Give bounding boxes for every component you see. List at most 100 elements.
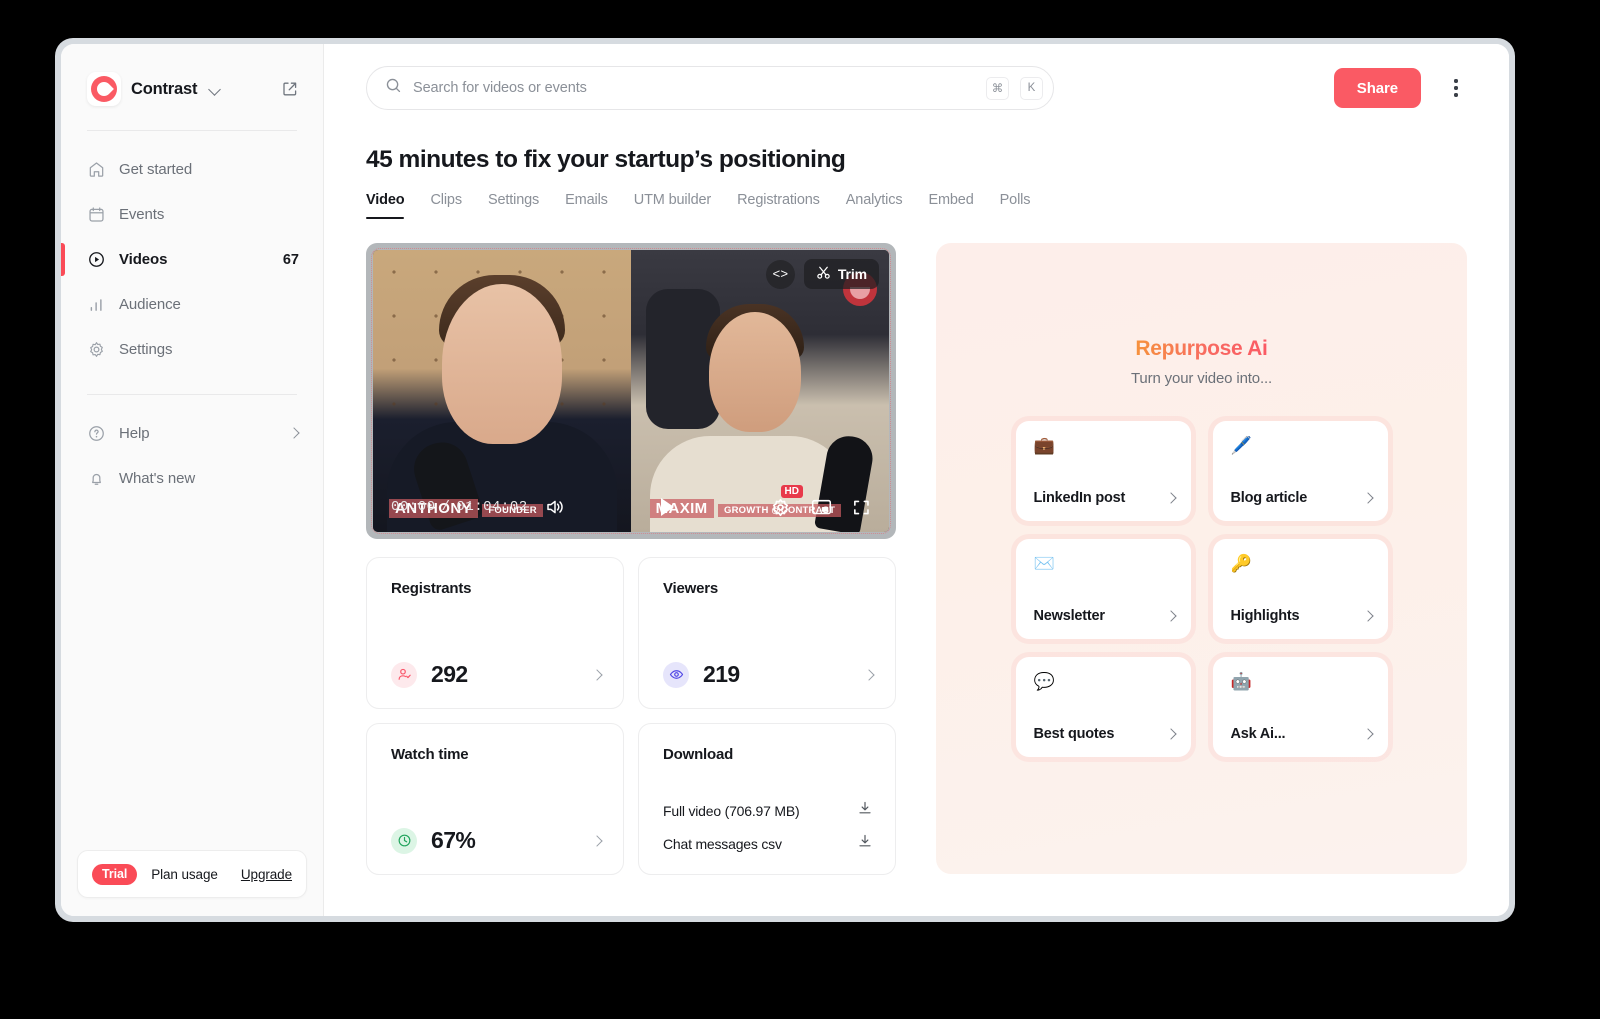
time-separator: /: [441, 499, 451, 515]
volume-up-icon[interactable]: [544, 497, 566, 517]
tab-emails[interactable]: Emails: [565, 192, 608, 219]
upgrade-link[interactable]: Upgrade: [241, 867, 292, 882]
download-icon[interactable]: [857, 800, 873, 821]
bell-icon: [87, 469, 106, 488]
app-window: Contrast Get started Events Videos 67 Au…: [55, 38, 1515, 922]
stat-value: 292: [431, 661, 468, 687]
chevron-right-icon: [1167, 730, 1175, 738]
briefcase-icon: 💼: [1033, 436, 1055, 455]
chevron-right-icon: [1167, 612, 1175, 620]
shortcut-key-cmd: ⌘: [986, 76, 1009, 100]
repurpose-card-ask-ai[interactable]: 🤖 Ask Ai...: [1212, 657, 1388, 757]
picture-in-picture-icon[interactable]: [811, 498, 832, 516]
search-placeholder: Search for videos or events: [413, 80, 587, 96]
share-button[interactable]: Share: [1333, 68, 1421, 108]
play-icon[interactable]: [661, 498, 675, 516]
fullscreen-icon[interactable]: [852, 498, 871, 517]
stats-grid: Registrants 292 Viewers 219 Watch time 6…: [366, 557, 896, 875]
player-settings-gear-icon[interactable]: [770, 497, 791, 518]
stat-card-watch-time[interactable]: Watch time 67%: [366, 723, 624, 875]
embed-code-icon[interactable]: <>: [765, 259, 795, 289]
envelope-icon: ✉️: [1033, 554, 1055, 573]
left-column: <> Trim ANTHONY FOUNDER MAXIM GROWTH @CO…: [366, 243, 896, 875]
stat-value: 67%: [431, 827, 476, 853]
tab-registrations[interactable]: Registrations: [737, 192, 820, 219]
sidebar-item-settings[interactable]: Settings: [61, 327, 323, 372]
chevron-down-icon: [209, 83, 221, 95]
bar-chart-icon: [87, 295, 106, 314]
sidebar-item-label: Videos: [119, 251, 168, 268]
contrast-logo-icon: [87, 72, 121, 106]
main-content: Search for videos or events ⌘ K Share 45…: [324, 44, 1509, 916]
tab-utm-builder[interactable]: UTM builder: [634, 192, 711, 219]
chevron-right-icon: [1364, 612, 1372, 620]
home-icon: [87, 160, 106, 179]
sidebar-item-videos[interactable]: Videos 67: [61, 237, 323, 282]
search-input[interactable]: Search for videos or events ⌘ K: [366, 66, 1054, 110]
player-overlay-actions: <> Trim: [765, 259, 879, 289]
repurpose-title: Repurpose Ai: [1135, 337, 1268, 360]
workspace-switcher[interactable]: Contrast: [61, 44, 323, 106]
current-time: 00:00: [391, 499, 436, 515]
content-area: <> Trim ANTHONY FOUNDER MAXIM GROWTH @CO…: [324, 220, 1509, 875]
plan-usage-card[interactable]: Trial Plan usage Upgrade: [77, 850, 307, 898]
repurpose-card-label: Ask Ai...: [1230, 726, 1286, 742]
stat-card-registrants[interactable]: Registrants 292: [366, 557, 624, 709]
repurpose-card-linkedin-post[interactable]: 💼 LinkedIn post: [1015, 421, 1191, 521]
external-link-icon[interactable]: [281, 80, 299, 98]
chevron-right-icon: [1364, 730, 1372, 738]
stat-card-viewers[interactable]: Viewers 219: [638, 557, 896, 709]
play-circle-icon: [87, 250, 106, 269]
download-row-chat-csv[interactable]: Chat messages csv: [663, 833, 873, 854]
trial-badge: Trial: [92, 863, 138, 885]
sidebar-item-audience[interactable]: Audience: [61, 282, 323, 327]
tab-clips[interactable]: Clips: [430, 192, 462, 219]
download-row-full-video[interactable]: Full video (706.97 MB): [663, 800, 873, 821]
repurpose-subtitle: Turn your video into...: [1130, 370, 1273, 387]
sidebar-item-events[interactable]: Events: [61, 192, 323, 237]
repurpose-card-label: Newsletter: [1033, 608, 1106, 624]
repurpose-card-blog-article[interactable]: 🖊️ Blog article: [1212, 421, 1388, 521]
chevron-right-icon: [593, 837, 601, 845]
video-stage: <> Trim ANTHONY FOUNDER MAXIM GROWTH @CO…: [373, 250, 889, 532]
video-player[interactable]: <> Trim ANTHONY FOUNDER MAXIM GROWTH @CO…: [366, 243, 896, 539]
sidebar-item-whats-new[interactable]: What's new: [61, 456, 323, 501]
kebab-menu-icon[interactable]: [1443, 73, 1469, 103]
speech-bubble-icon: 💬: [1033, 672, 1055, 691]
tab-polls[interactable]: Polls: [1000, 192, 1031, 219]
eye-icon: [663, 661, 689, 688]
download-icon[interactable]: [857, 833, 873, 854]
calendar-icon: [87, 205, 106, 224]
sidebar-item-get-started[interactable]: Get started: [61, 147, 323, 192]
search-icon: [385, 77, 402, 99]
workspace-name: Contrast: [131, 79, 198, 98]
robot-icon: 🤖: [1230, 672, 1252, 691]
sidebar-item-help[interactable]: Help: [61, 411, 323, 456]
tab-settings[interactable]: Settings: [488, 192, 539, 219]
stat-title: Registrants: [391, 580, 472, 597]
stat-title: Viewers: [663, 580, 719, 597]
user-check-icon: [391, 661, 417, 688]
player-controls: 00:00 / 01:04:02: [373, 492, 889, 522]
right-column: Repurpose Ai Turn your video into... 💼 L…: [936, 243, 1467, 875]
sidebar: Contrast Get started Events Videos 67 Au…: [61, 44, 324, 916]
repurpose-ai-panel: Repurpose Ai Turn your video into... 💼 L…: [936, 243, 1467, 874]
repurpose-card-best-quotes[interactable]: 💬 Best quotes: [1015, 657, 1191, 757]
sidebar-primary-nav: Get started Events Videos 67 Audience Se…: [61, 131, 323, 372]
tab-analytics[interactable]: Analytics: [846, 192, 903, 219]
sidebar-item-label: Events: [119, 206, 165, 223]
repurpose-card-newsletter[interactable]: ✉️ Newsletter: [1015, 539, 1191, 639]
tab-video[interactable]: Video: [366, 192, 405, 219]
trim-button[interactable]: Trim: [803, 259, 879, 289]
sidebar-item-label: Help: [119, 425, 150, 442]
tab-embed[interactable]: Embed: [928, 192, 973, 219]
repurpose-card-label: LinkedIn post: [1033, 490, 1126, 506]
download-label: Chat messages csv: [663, 835, 782, 852]
topbar: Search for videos or events ⌘ K Share: [324, 44, 1509, 110]
repurpose-card-highlights[interactable]: 🔑 Highlights: [1212, 539, 1388, 639]
stat-title: Watch time: [391, 746, 469, 763]
key-icon: 🔑: [1230, 554, 1252, 573]
sidebar-secondary-nav: Help What's new: [61, 395, 323, 501]
download-card: Download Full video (706.97 MB) Chat mes…: [638, 723, 896, 875]
trim-label: Trim: [837, 266, 867, 282]
